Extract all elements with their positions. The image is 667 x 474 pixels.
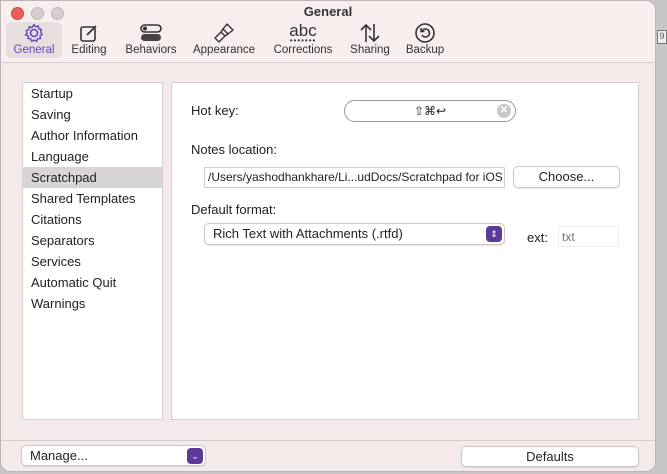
defaults-button[interactable]: Defaults [461,446,639,467]
tab-appearance[interactable]: Appearance [190,22,258,58]
window-title: General [303,4,353,19]
sidebar-item-shared-templates[interactable]: Shared Templates [23,188,162,209]
footer-divider [1,440,655,441]
tab-editing[interactable]: Editing [65,22,113,58]
sidebar-item-citations[interactable]: Citations [23,209,162,230]
tab-label: General [13,44,55,56]
ext-field[interactable] [558,226,619,247]
tab-label: Editing [71,44,107,56]
clear-icon[interactable]: ✕ [497,104,511,118]
chevron-down-icon: ⌄ [187,448,203,464]
format-popup[interactable]: Rich Text with Attachments (.rtfd) ⇕ [204,223,505,245]
tab-label: Backup [405,44,445,56]
gear-icon [6,22,62,44]
toggles-icon [121,22,181,44]
manage-popup[interactable]: Manage... ⌄ [21,445,206,466]
sidebar-item-services[interactable]: Services [23,251,162,272]
manage-label: Manage... [30,448,88,463]
sidebar-item-saving[interactable]: Saving [23,104,162,125]
ext-label: ext: [527,230,548,245]
toolbar: General General Editing Behaviors Appear… [1,1,655,63]
sidebar-item-language[interactable]: Language [23,146,162,167]
tab-backup[interactable]: Backup [401,22,449,58]
sidebar-item-warnings[interactable]: Warnings [23,293,162,314]
hotkey-label: Hot key: [191,103,239,118]
sidebar-item-automatic-quit[interactable]: Automatic Quit [23,272,162,293]
tab-behaviors[interactable]: Behaviors [121,22,181,58]
desktop-badge: 9 [657,30,667,44]
default-format-label: Default format: [191,202,277,217]
backup-icon [401,22,449,44]
sidebar-item-scratchpad[interactable]: Scratchpad [23,167,162,188]
chevron-updown-icon: ⇕ [486,226,502,242]
abc-icon: abc ••••••• [289,20,317,45]
tab-label: Behaviors [125,44,177,56]
sidebar-item-startup[interactable]: Startup [23,83,162,104]
sidebar-list: Startup Saving Author Information Language S… [22,82,163,420]
format-value: Rich Text with Attachments (.rtfd) [213,226,403,241]
tab-corrections[interactable]: abc ••••••• Corrections [269,22,337,58]
edit-icon [65,22,113,44]
notes-path-field[interactable]: /Users/yashodhankhare/Li...udDocs/Scratc… [204,167,505,188]
choose-button[interactable]: Choose... [513,166,620,188]
settings-panel: Hot key: ⇧⌘↩ ✕ Notes location: /Users/ya… [171,82,639,420]
tab-sharing[interactable]: Sharing [346,22,394,58]
arrows-up-down-icon [346,22,394,44]
hotkey-field[interactable]: ⇧⌘↩ ✕ [344,100,516,122]
paintbrush-icon [190,22,258,44]
notes-location-label: Notes location: [191,142,277,157]
hotkey-value: ⇧⌘↩ [413,104,447,118]
sidebar-item-author-information[interactable]: Author Information [23,125,162,146]
preferences-window: General General Editing Behaviors Appear… [0,0,656,472]
tab-label: Appearance [192,44,256,56]
tab-label: Corrections [273,44,333,56]
sidebar-item-separators[interactable]: Separators [23,230,162,251]
tab-label: Sharing [350,44,390,56]
tab-general[interactable]: General [6,22,62,58]
